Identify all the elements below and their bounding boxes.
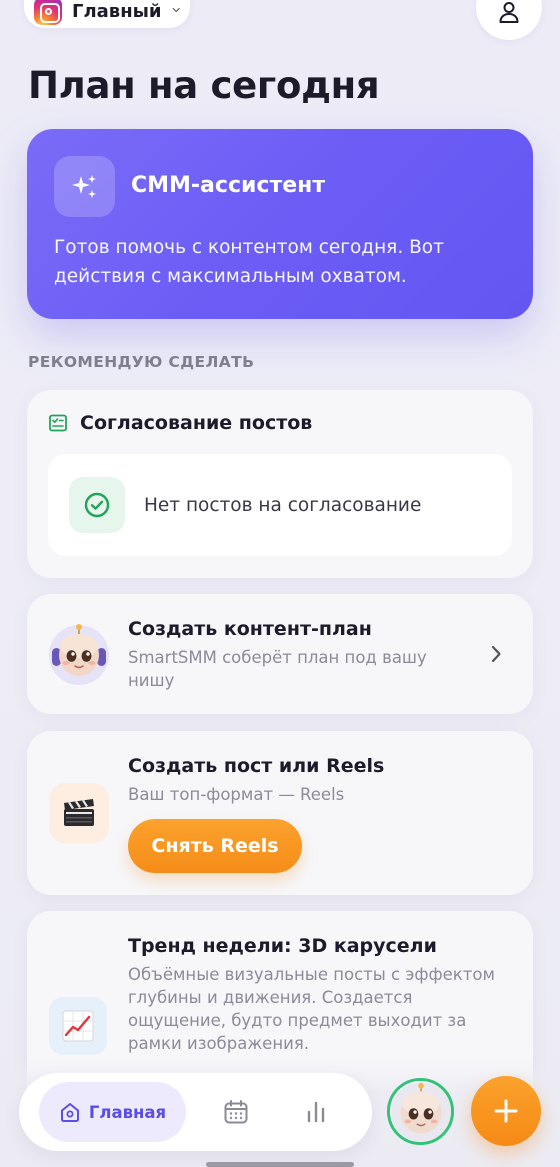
- approval-empty-text: Нет постов на согласование: [144, 494, 422, 516]
- shoot-reels-button[interactable]: Снять Reels: [128, 819, 302, 873]
- calendar-icon: [224, 1100, 248, 1124]
- clapperboard-icon: [49, 783, 109, 843]
- check-circle-icon: [69, 477, 125, 533]
- assistant-text: Готов помочь с контентом сегодня. Вот де…: [54, 237, 444, 287]
- home-indicator: [206, 1162, 354, 1167]
- create-post-title: Создать пост или Reels: [128, 755, 385, 777]
- add-button[interactable]: [471, 1076, 541, 1146]
- robot-avatar-icon: [49, 624, 109, 685]
- approval-title: Согласование постов: [80, 412, 313, 434]
- assistant-card[interactable]: СММ-ассистент Готов помочь с контентом с…: [27, 129, 533, 319]
- home-icon: [60, 1103, 79, 1122]
- instagram-icon: [34, 0, 62, 25]
- plus-icon: [494, 1099, 518, 1123]
- chart-up-icon: [49, 997, 107, 1055]
- nav-home-label: Главная: [88, 1102, 167, 1122]
- chevron-down-icon: [172, 7, 180, 13]
- approval-card: Согласование постов Нет постов на соглас…: [27, 390, 533, 578]
- trend-title: Тренд недели: 3D карусели: [128, 935, 437, 957]
- create-post-card: Создать пост или Reels Ваш топ-формат — …: [27, 731, 533, 895]
- page-title: План на сегодня: [28, 64, 380, 107]
- trend-text: Объёмные визуальные посты с эффектом глу…: [128, 965, 495, 1053]
- chevron-right-icon: [491, 645, 501, 663]
- section-label: РЕКОМЕНДУЮ СДЕЛАТЬ: [28, 353, 255, 371]
- user-icon: [499, 2, 519, 23]
- nav-calendar[interactable]: [220, 1096, 252, 1128]
- approval-empty-state: Нет постов на согласование: [48, 454, 512, 556]
- content-plan-subtitle: SmartSMM соберёт план под вашу нишу: [128, 648, 427, 690]
- account-name: Главный: [72, 0, 162, 22]
- bar-chart-icon: [307, 1101, 325, 1123]
- nav-home[interactable]: Главная: [39, 1082, 186, 1142]
- assistant-title: СММ-ассистент: [131, 173, 326, 198]
- robot-avatar-icon: [390, 1081, 451, 1142]
- checklist-icon: [49, 414, 67, 432]
- profile-button[interactable]: [476, 0, 542, 40]
- content-plan-title: Создать контент-план: [128, 618, 372, 640]
- sparkles-icon: [54, 156, 115, 217]
- account-switcher[interactable]: Главный: [24, 0, 190, 28]
- nav-analytics[interactable]: [300, 1096, 332, 1128]
- assistant-bot-button[interactable]: [387, 1078, 454, 1145]
- create-post-subtitle: Ваш топ-формат — Reels: [128, 785, 345, 804]
- content-plan-card[interactable]: Создать контент-план SmartSMM соберёт пл…: [27, 594, 533, 714]
